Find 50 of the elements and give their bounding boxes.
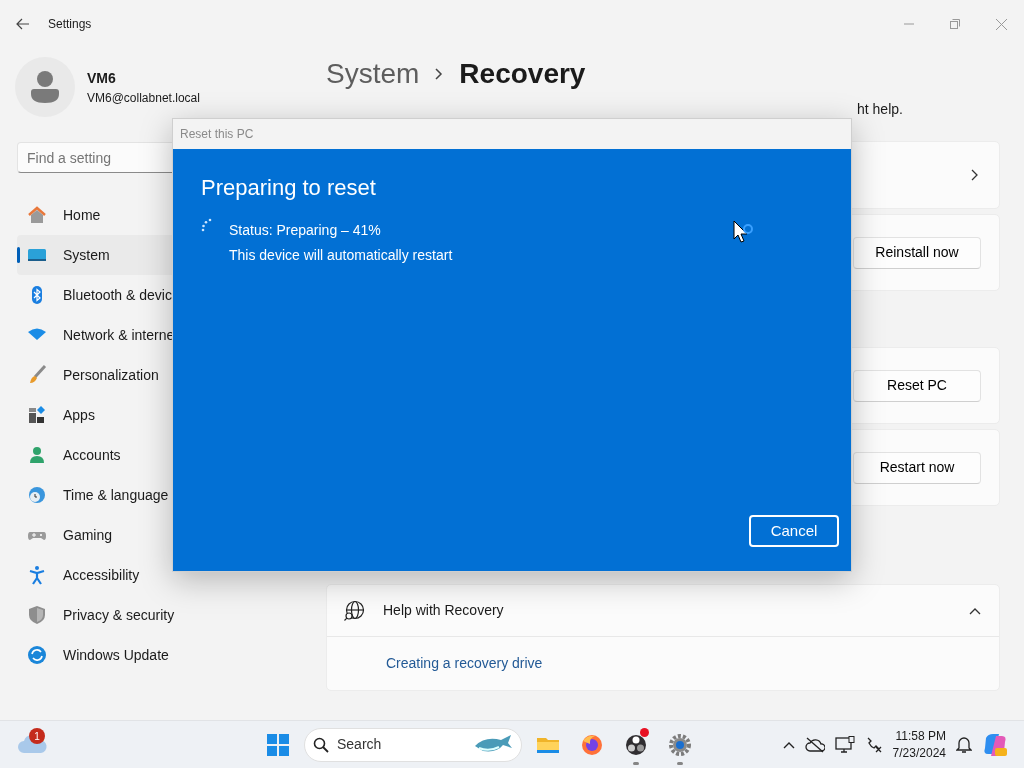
breadcrumb-item[interactable]: System [326,53,420,95]
sync-icon [27,645,47,665]
help-header[interactable]: Help with Recovery [327,585,999,637]
help-link[interactable]: Creating a recovery drive [386,653,543,674]
start-icon[interactable] [267,733,289,756]
taskbar-search[interactable]: Search [304,727,522,762]
sidebar-item[interactable]: Privacy & security [17,595,302,635]
sidebar-item[interactable]: Network & interne [17,315,302,355]
sidebar-item[interactable]: Personalization [17,355,302,395]
action-button[interactable]: Reset PC [853,369,981,402]
sidebar-item[interactable]: Bluetooth & devic [17,275,302,315]
cloud-off-icon[interactable] [804,736,825,753]
brush-icon [27,365,47,385]
globe-clock-icon [27,485,47,505]
chevron-up-icon[interactable] [782,740,795,749]
shield-icon [27,605,47,625]
action-button[interactable]: Reinstall now [853,236,981,269]
page-title: Recovery [459,57,586,91]
restore-icon[interactable] [950,19,960,29]
monitor-icon[interactable] [834,735,855,754]
window-title: Settings [48,16,92,33]
sidebar-item[interactable]: Windows Update [17,635,302,675]
dialog-heading: Preparing to reset [201,174,377,202]
copilot-icon[interactable] [982,731,1008,758]
help-title: Help with Recovery [383,601,505,620]
bell-icon[interactable] [956,735,972,754]
gear-icon [667,731,693,758]
chevron-right-icon [435,68,444,80]
user-email: VM6@collabnet.local [87,89,200,107]
sidebar-item[interactable]: Accessibility [17,555,302,595]
search-icon [313,736,329,753]
user-name: VM6 [87,68,117,88]
sidebar-item[interactable]: Gaming [17,515,302,555]
description-text: ht help. [857,101,903,117]
apps-icon [27,405,47,425]
action-button[interactable]: Restart now [853,451,981,484]
globe-search-icon [343,599,365,622]
home-icon [27,205,47,225]
notification-badge: 1 [29,728,45,744]
person-icon [27,445,47,465]
dialog-title: Reset this PC [180,126,254,143]
close-icon[interactable] [995,18,1007,30]
cancel-button[interactable]: Cancel [749,515,839,547]
clock[interactable]: 11:58 PM 7/23/2024 [892,727,946,762]
sidebar-item[interactable]: Apps [17,395,302,435]
chevron-right-icon [971,169,979,181]
sidebar-item[interactable]: Time & language [17,475,302,515]
back-icon[interactable] [16,18,30,30]
accessibility-icon [27,565,47,585]
sidebar-item[interactable]: Accounts [17,435,302,475]
